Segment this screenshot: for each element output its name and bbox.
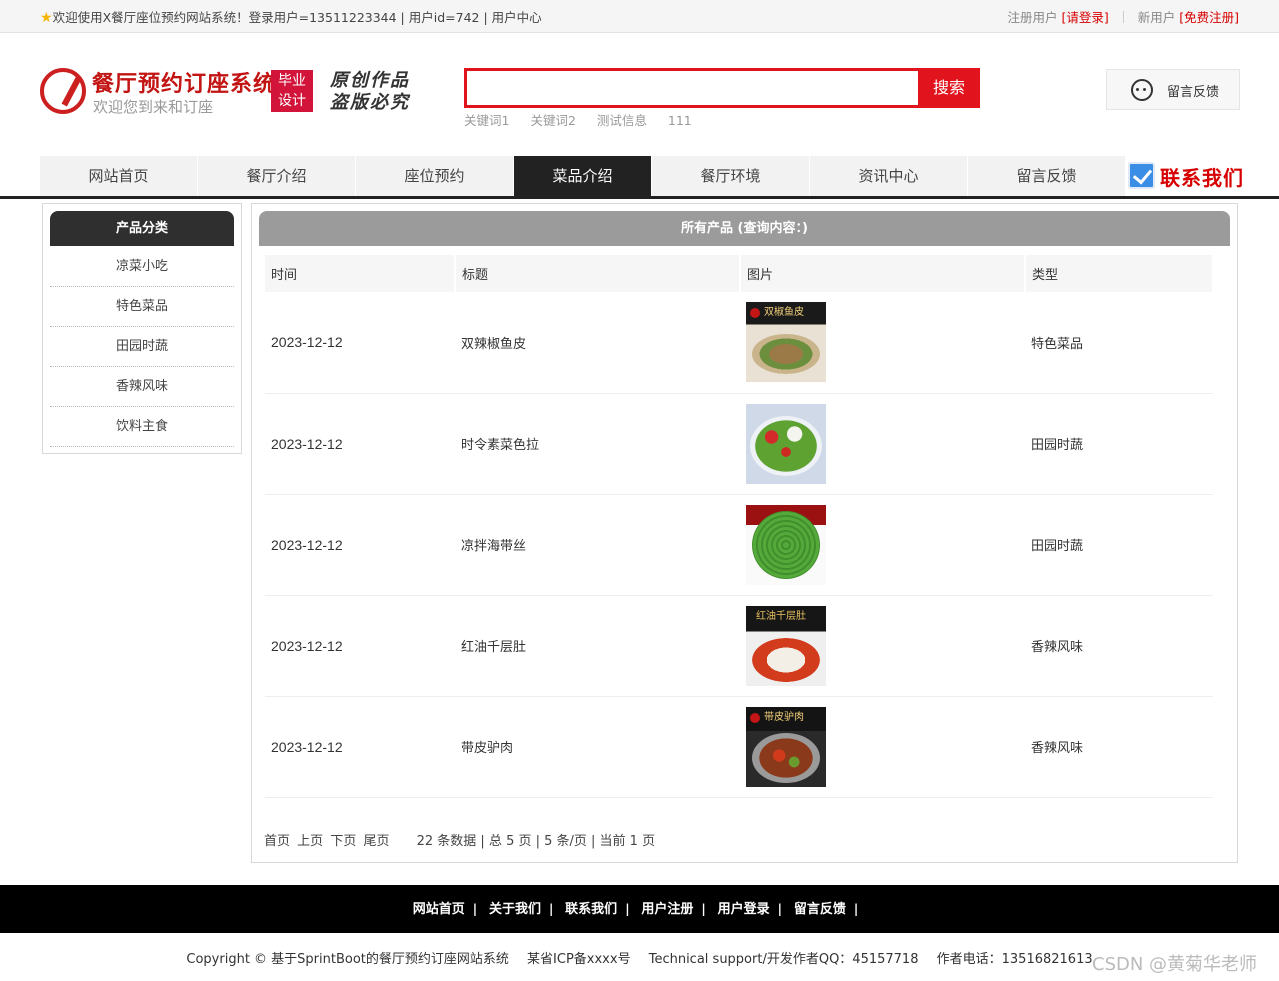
row-title[interactable]: 双辣椒鱼皮	[455, 292, 740, 394]
category-sidebar: 产品分类 凉菜小吃 特色菜品 田园时蔬 香辣风味 饮料主食	[42, 203, 242, 454]
table-row[interactable]: 2023-12-12 红油千层肚 红油千层肚 香辣风味	[265, 595, 1213, 697]
registered-user-label: 注册用户	[1007, 10, 1058, 25]
column-header-title: 标题	[455, 255, 741, 292]
row-title[interactable]: 红油千层肚	[455, 595, 740, 697]
nav-item-about[interactable]: 餐厅介绍	[198, 156, 356, 196]
pagination-info: 22 条数据 | 总 5 页 | 5 条/页 | 当前 1 页	[416, 834, 656, 849]
panel-title: 所有产品 (查询内容：)	[259, 211, 1230, 246]
sidebar-item-cold-dishes[interactable]: 凉菜小吃	[50, 247, 234, 287]
last-page-link[interactable]: 尾页	[363, 834, 389, 849]
row-date: 2023-12-12	[265, 494, 455, 596]
footer-link-contact[interactable]: 联系我们	[565, 902, 617, 917]
image-caption: 双椒鱼皮	[746, 302, 826, 324]
top-bar: ★欢迎使用X餐厅座位预约网站系统！登录用户=13511223344 | 用户id…	[0, 0, 1279, 33]
phone-text: 作者电话：13516821613	[936, 952, 1093, 967]
nav-divider	[0, 196, 1279, 199]
footer-link-login[interactable]: 用户登录	[718, 902, 770, 917]
table-row[interactable]: 2023-12-12 时令素菜色拉 田园时蔬	[265, 393, 1213, 495]
divider	[1122, 11, 1124, 23]
column-header-time: 时间	[265, 255, 456, 292]
sidebar-item-specialty[interactable]: 特色菜品	[50, 287, 234, 327]
dish-image[interactable]	[746, 504, 826, 585]
keyword-link[interactable]: 关键词2	[530, 113, 575, 128]
hot-keywords: 关键词1 关键词2 测试信息 111	[464, 110, 709, 129]
slogan: 原创作品 盗版必究	[330, 70, 410, 113]
sidebar-item-spicy[interactable]: 香辣风味	[50, 367, 234, 407]
product-panel: 所有产品 (查询内容：) 时间 标题 图片 类型 2023-12-12 双辣椒鱼…	[251, 203, 1238, 863]
nav-item-home[interactable]: 网站首页	[40, 156, 198, 196]
table-row[interactable]: 2023-12-12 带皮驴肉 带皮驴肉 香辣风味	[265, 696, 1213, 798]
nav-item-feedback[interactable]: 留言反馈	[968, 156, 1126, 196]
sidebar-title: 产品分类	[50, 211, 234, 246]
sidebar-item-drinks-staples[interactable]: 饮料主食	[50, 407, 234, 447]
nav-item-dishes[interactable]: 菜品介绍	[514, 156, 652, 196]
nav-item-environment[interactable]: 餐厅环境	[652, 156, 810, 196]
footer-link-home[interactable]: 网站首页	[413, 902, 465, 917]
search-button[interactable]: 搜索	[918, 68, 980, 108]
product-table: 时间 标题 图片 类型 2023-12-12 双辣椒鱼皮 双椒鱼皮 特色菜品 2…	[265, 255, 1214, 798]
dish-image[interactable]: 带皮驴肉	[746, 706, 826, 787]
row-title[interactable]: 凉拌海带丝	[455, 494, 740, 596]
row-date: 2023-12-12	[265, 595, 455, 697]
icp-text: 某省ICP备xxxx号	[527, 952, 631, 967]
first-page-link[interactable]: 首页	[264, 834, 290, 849]
row-date: 2023-12-12	[265, 696, 455, 798]
new-user-label: 新用户	[1137, 10, 1176, 25]
keyword-link[interactable]: 111	[668, 113, 692, 128]
dish-image[interactable]: 红油千层肚	[746, 605, 826, 686]
footer-link-feedback[interactable]: 留言反馈	[794, 902, 846, 917]
keyword-link[interactable]: 测试信息	[597, 113, 647, 128]
support-text: Technical support/开发作者QQ：45157718	[648, 952, 919, 967]
copyright-bar: Copyright © 基于SprintBoot的餐厅预约订座网站系统 某省IC…	[0, 948, 1279, 967]
table-row[interactable]: 2023-12-12 凉拌海带丝 田园时蔬	[265, 494, 1213, 596]
nav-item-reservation[interactable]: 座位预约	[356, 156, 514, 196]
image-caption: 红油千层肚	[756, 610, 806, 622]
row-type: 田园时蔬	[1025, 494, 1213, 596]
graduation-badge: 毕业 设计	[271, 70, 313, 112]
login-link[interactable]: [请登录]	[1062, 10, 1109, 25]
row-type: 田园时蔬	[1025, 393, 1213, 495]
copyright-text: Copyright © 基于SprintBoot的餐厅预约订座网站系统	[186, 952, 509, 967]
table-header-row: 时间 标题 图片 类型	[265, 255, 1214, 292]
dish-image[interactable]: 双椒鱼皮	[746, 302, 826, 383]
row-type: 特色菜品	[1025, 292, 1213, 394]
footer-link-about[interactable]: 关于我们	[489, 902, 541, 917]
table-row[interactable]: 2023-12-12 双辣椒鱼皮 双椒鱼皮 特色菜品	[265, 292, 1213, 394]
checkmark-icon	[1128, 162, 1155, 189]
row-date: 2023-12-12	[265, 393, 455, 495]
next-page-link[interactable]: 下页	[330, 834, 356, 849]
row-date: 2023-12-12	[265, 292, 455, 394]
site-title: 餐厅预约订座系统	[92, 72, 277, 97]
row-type: 香辣风味	[1025, 696, 1213, 798]
sidebar-item-vegetables[interactable]: 田园时蔬	[50, 327, 234, 367]
column-header-image: 图片	[740, 255, 1026, 292]
dish-image[interactable]	[746, 403, 826, 484]
watermark: CSDN @黄菊华老师	[1092, 954, 1258, 975]
pagination: 首页 上页 下页 尾页 22 条数据 | 总 5 页 | 5 条/页 | 当前 …	[264, 830, 655, 849]
search-input[interactable]	[467, 71, 920, 105]
footer-link-register[interactable]: 用户注册	[641, 902, 693, 917]
footer-nav: 网站首页 | 关于我们 | 联系我们 | 用户注册 | 用户登录 | 留言反馈 |	[0, 885, 1279, 933]
column-header-type: 类型	[1025, 255, 1214, 292]
nav-item-news[interactable]: 资讯中心	[810, 156, 968, 196]
row-title[interactable]: 时令素菜色拉	[455, 393, 740, 495]
image-caption: 带皮驴肉	[746, 707, 826, 729]
keyword-link[interactable]: 关键词1	[464, 113, 509, 128]
site-subtitle: 欢迎您到来和订座	[93, 98, 214, 116]
logo-icon[interactable]	[40, 68, 86, 114]
top-bar-account-links: 注册用户 [请登录] 新用户 [免费注册]	[1008, 7, 1240, 26]
star-icon: ★	[40, 10, 53, 26]
row-title[interactable]: 带皮驴肉	[455, 696, 740, 798]
welcome-text: ★欢迎使用X餐厅座位预约网站系统！登录用户=13511223344 | 用户id…	[40, 10, 542, 26]
search-box	[464, 68, 920, 108]
customer-service-icon	[1131, 79, 1153, 101]
prev-page-link[interactable]: 上页	[297, 834, 323, 849]
register-link[interactable]: [免费注册]	[1179, 10, 1239, 25]
row-type: 香辣风味	[1025, 595, 1213, 697]
feedback-button[interactable]: 留言反馈	[1106, 69, 1240, 110]
